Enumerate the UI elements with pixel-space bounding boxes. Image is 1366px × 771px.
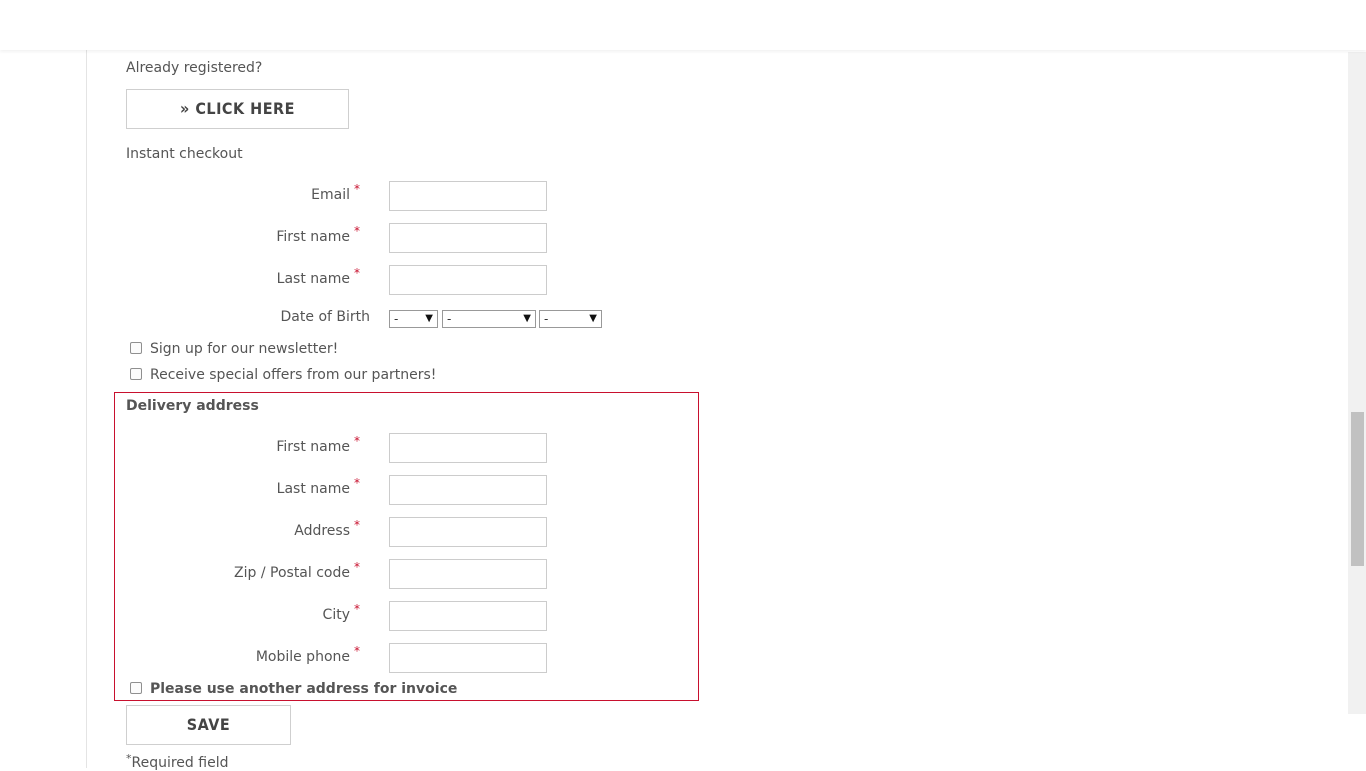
last-name-field[interactable]: [389, 265, 547, 295]
partners-offers-label: Receive special offers from our partners…: [150, 367, 437, 383]
dob-day-select[interactable]: - ▼: [389, 310, 438, 328]
partners-offers-checkbox[interactable]: [130, 368, 142, 380]
email-field[interactable]: [389, 181, 547, 211]
delivery-mobile-field[interactable]: [389, 643, 547, 673]
required-asterisk: *: [354, 518, 360, 532]
delivery-first-name-label: First name *: [276, 434, 360, 455]
click-here-button[interactable]: » CLICK HERE: [126, 89, 349, 129]
save-button[interactable]: SAVE: [126, 705, 291, 745]
required-asterisk: *: [354, 644, 360, 658]
delivery-first-name-field[interactable]: [389, 433, 547, 463]
required-field-note: *Required field: [126, 752, 229, 771]
delivery-city-label: City *: [322, 602, 360, 623]
delivery-address-title: Delivery address: [126, 398, 259, 414]
last-name-label: Last name *: [276, 266, 360, 287]
invoice-address-checkbox[interactable]: [130, 682, 142, 694]
top-header-bar: [0, 0, 1366, 50]
delivery-address-label: Address *: [294, 518, 360, 539]
dropdown-arrow-icon: ▼: [523, 313, 531, 324]
newsletter-checkbox[interactable]: [130, 342, 142, 354]
required-asterisk: *: [354, 434, 360, 448]
first-name-label: First name *: [276, 224, 360, 245]
delivery-city-field[interactable]: [389, 601, 547, 631]
first-name-field[interactable]: [389, 223, 547, 253]
delivery-mobile-label: Mobile phone *: [255, 644, 360, 665]
email-label: Email *: [311, 182, 360, 203]
date-of-birth-label: Date of Birth: [280, 309, 370, 325]
dropdown-arrow-icon: ▼: [589, 313, 597, 324]
dropdown-arrow-icon: ▼: [425, 313, 433, 324]
delivery-zip-label: Zip / Postal code *: [234, 560, 360, 581]
required-asterisk: *: [354, 476, 360, 490]
required-asterisk: *: [354, 560, 360, 574]
delivery-last-name-label: Last name *: [276, 476, 360, 497]
invoice-address-label: Please use another address for invoice: [150, 681, 458, 697]
required-asterisk: *: [354, 602, 360, 616]
delivery-zip-field[interactable]: [389, 559, 547, 589]
delivery-last-name-field[interactable]: [389, 475, 547, 505]
scrollbar-thumb[interactable]: [1351, 412, 1364, 566]
required-asterisk: *: [354, 224, 360, 238]
scrollbar-track[interactable]: [1348, 52, 1366, 714]
already-registered-title: Already registered?: [126, 60, 263, 76]
delivery-address-field[interactable]: [389, 517, 547, 547]
newsletter-label: Sign up for our newsletter!: [150, 341, 339, 357]
dob-month-select[interactable]: - ▼: [442, 310, 536, 328]
instant-checkout-title: Instant checkout: [126, 146, 243, 162]
dob-year-select[interactable]: - ▼: [539, 310, 602, 328]
required-asterisk: *: [354, 182, 360, 196]
required-asterisk: *: [354, 266, 360, 280]
